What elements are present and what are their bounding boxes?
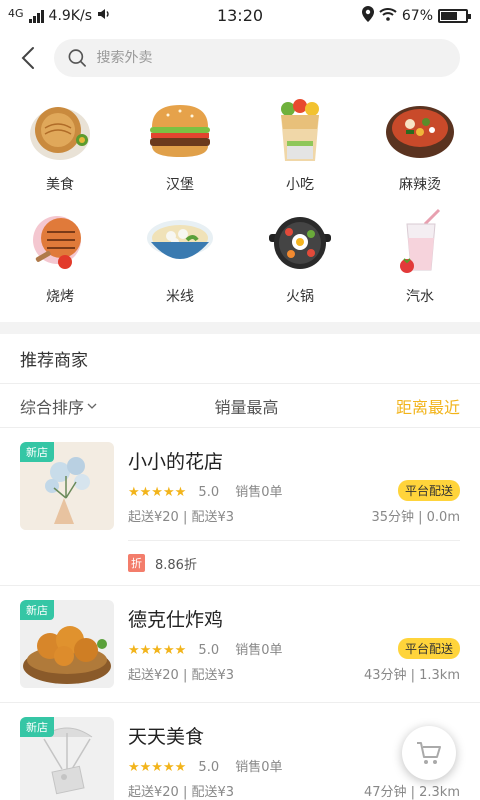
wifi-icon — [379, 7, 397, 25]
store-image: 新店 — [20, 442, 114, 530]
store-card[interactable]: 新店 小小的花店 ★★★★★ 5.0 销售0单 平台配送 起送¥20 | 配送¥… — [0, 428, 480, 586]
store-fees: 起送¥20 | 配送¥3 — [128, 509, 234, 525]
hotpot-icon — [263, 206, 337, 280]
store-time-distance: 35分钟 | 0.0m — [371, 509, 460, 525]
sort-distance[interactable]: 距离最近 — [396, 394, 460, 418]
category-mixian[interactable]: 米线 — [120, 206, 240, 318]
signal-icon — [28, 9, 44, 23]
store-time-distance: 47分钟 | 2.3km — [363, 784, 460, 800]
category-label: 小吃 — [286, 177, 314, 193]
star-rating: ★★★★★ — [128, 484, 187, 500]
drink-icon — [383, 206, 457, 280]
pancake-icon — [23, 94, 97, 168]
category-label: 火锅 — [286, 289, 314, 305]
section-title: 推荐商家 — [0, 334, 480, 384]
store-fees: 起送¥20 | 配送¥3 — [128, 784, 234, 800]
category-label: 汽水 — [406, 289, 434, 305]
network-speed: 4.9K/s — [48, 8, 92, 24]
store-card[interactable]: 新店 德克仕炸鸡 ★★★★★ 5.0 销售0单 平台配送 起送¥20 | 配送¥… — [0, 586, 480, 703]
burger-icon — [143, 94, 217, 168]
sort-sales[interactable]: 销量最高 — [214, 394, 278, 418]
rating-value: 5.0 — [198, 642, 220, 658]
status-bar: 4G 4.9K/s 13:20 67% — [0, 0, 480, 32]
store-name: 小小的花店 — [128, 450, 224, 473]
discount-text: 8.86折 — [155, 557, 197, 573]
star-rating: ★★★★★ — [128, 642, 187, 658]
category-label: 米线 — [166, 289, 194, 305]
rating-value: 5.0 — [198, 759, 220, 775]
noodles-icon — [143, 206, 217, 280]
sales-count: 销售0单 — [235, 484, 283, 500]
sort-label: 综合排序 — [20, 397, 85, 417]
new-badge: 新店 — [20, 600, 54, 620]
cart-icon — [417, 742, 441, 764]
store-fees: 起送¥20 | 配送¥3 — [128, 667, 234, 683]
volume-icon — [97, 8, 111, 24]
hotpot-bowl-icon — [383, 94, 457, 168]
category-shaokao[interactable]: 烧烤 — [0, 206, 120, 318]
chevron-left-icon — [21, 47, 34, 69]
sort-bar: 综合排序 销量最高 距离最近 — [0, 384, 480, 428]
new-badge: 新店 — [20, 717, 54, 737]
chevron-down-icon — [87, 403, 97, 409]
search-icon — [68, 49, 86, 67]
wrap-icon — [263, 94, 337, 168]
category-label: 美食 — [46, 177, 74, 193]
battery-percent: 67% — [401, 8, 433, 24]
category-meishi[interactable]: 美食 — [0, 94, 120, 206]
new-badge: 新店 — [20, 442, 54, 462]
discount-tag: 折 — [128, 554, 145, 572]
back-button[interactable] — [16, 43, 40, 73]
sort-label: 距离最近 — [395, 397, 460, 417]
store-time-distance: 43分钟 | 1.3km — [363, 667, 460, 683]
search-bar[interactable] — [54, 39, 460, 77]
delivery-tag: 平台配送 — [397, 637, 460, 659]
category-xiaochi[interactable]: 小吃 — [240, 94, 360, 206]
store-name: 天天美食 — [128, 725, 205, 748]
sort-label: 销量最高 — [214, 397, 279, 417]
battery-icon — [438, 9, 471, 23]
store-image: 新店 — [20, 717, 114, 800]
category-huoguo[interactable]: 火锅 — [240, 206, 360, 318]
delivery-tag: 平台配送 — [397, 479, 460, 501]
category-hanbao[interactable]: 汉堡 — [120, 94, 240, 206]
rating-value: 5.0 — [198, 484, 220, 500]
sales-count: 销售0单 — [235, 759, 283, 775]
store-image: 新店 — [20, 600, 114, 688]
header — [0, 32, 480, 84]
category-label: 麻辣烫 — [399, 177, 441, 193]
star-rating: ★★★★★ — [128, 759, 187, 775]
section-divider — [0, 322, 480, 334]
promo-row: 折 8.86折 — [20, 541, 460, 585]
bbq-icon — [23, 206, 97, 280]
cart-button[interactable] — [402, 726, 456, 780]
category-label: 汉堡 — [166, 177, 194, 193]
sales-count: 销售0单 — [235, 642, 283, 658]
location-icon — [361, 6, 374, 26]
category-qishui[interactable]: 汽水 — [360, 206, 480, 318]
network-type: 4G — [8, 6, 24, 20]
category-grid: 美食 汉堡 小吃 麻辣烫 烧烤 米线 火锅 汽水 — [0, 84, 480, 318]
category-label: 烧烤 — [46, 289, 74, 305]
sort-comprehensive[interactable]: 综合排序 — [20, 394, 97, 418]
category-malatang[interactable]: 麻辣烫 — [360, 94, 480, 206]
store-name: 德克仕炸鸡 — [128, 608, 224, 631]
search-input[interactable] — [96, 50, 446, 66]
